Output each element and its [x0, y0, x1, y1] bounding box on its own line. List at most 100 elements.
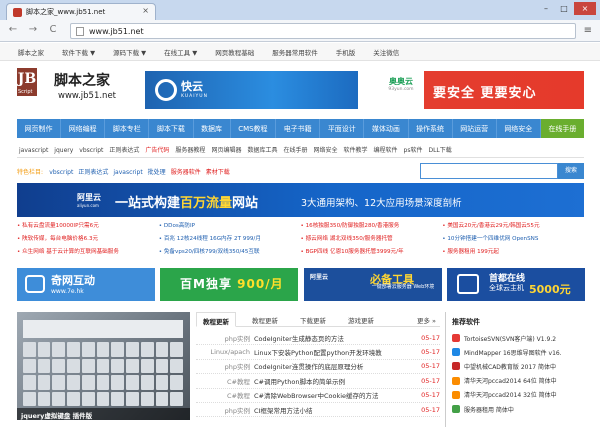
main-nav-item[interactable]: 脚本下载	[149, 119, 194, 138]
topnav-mobile[interactable]: 手机版	[336, 47, 356, 60]
tab-game-updates[interactable]: 游戏更新	[342, 312, 380, 326]
article-row[interactable]: C#教程 C#调用Python脚本的简单示例 05-17	[196, 374, 440, 389]
sponsor-link[interactable]: • 美国云20元/香港云29元/韩国云55元	[442, 221, 584, 231]
bandwidth-ad-tile[interactable]: 百M独享 900/月	[160, 268, 298, 301]
browser-tab[interactable]: 脚本之家_www.jb51.net ×	[6, 3, 156, 20]
reload-button[interactable]: C	[46, 24, 60, 35]
aliyun-tools-ad-tile[interactable]: 阿里云 必备工具 一键部署云服务器 Web环境	[304, 268, 442, 301]
sponsor-link[interactable]: • 10分钟搭建一个四维优网 OpenSNS	[442, 234, 584, 244]
tab-download-updates[interactable]: 下载更新	[294, 312, 332, 326]
keyboard-plugin-image[interactable]: jquery虚拟键盘 插件版	[17, 312, 190, 420]
sponsor-link[interactable]: • DDos高防IP	[159, 221, 301, 231]
main-nav-item[interactable]: 操作系统	[409, 119, 453, 138]
main-nav-item[interactable]: 电子书籍	[276, 119, 321, 138]
sponsor-link[interactable]: • 私有云盘流量10000IP只需6元	[17, 221, 159, 231]
main-nav-item[interactable]: 网站运营	[453, 119, 497, 138]
capital-online-ad-tile[interactable]: 首都在线 全球云主机 5000元	[447, 268, 585, 301]
qiwang-ad-tile[interactable]: 奇网互动 www.7e.hk	[17, 268, 155, 301]
main-nav-item[interactable]: 网页制作	[17, 119, 62, 138]
topnav-wechat[interactable]: 关注微信	[373, 47, 399, 60]
sponsor-link[interactable]: • 众生网络 基于云计算的互联网基础服务	[17, 247, 159, 257]
recommended-item[interactable]: TortoiseSVN(SVN客户端) V1.9.2	[452, 331, 590, 345]
url-field[interactable]: www.jb51.net	[70, 23, 576, 39]
main-nav-item[interactable]: 在线手册	[540, 119, 584, 138]
featured-item[interactable]: 素材下载	[206, 169, 230, 176]
key	[96, 358, 110, 373]
main-nav-item[interactable]: 平面设计	[320, 119, 365, 138]
article-title[interactable]: CodeIgniter生成静态页的方法	[254, 333, 410, 343]
tab-tutorial-updates-2[interactable]: 教程更新	[246, 312, 284, 326]
back-button[interactable]: ←	[6, 24, 20, 35]
main-nav-item[interactable]: 媒体动画	[364, 119, 409, 138]
kuaiyun-ad-banner[interactable]: 快云 KUAIYUN	[145, 71, 358, 109]
sub-nav-item[interactable]: 服务器教程	[175, 147, 205, 154]
tab-tutorial-updates[interactable]: 教程更新	[196, 312, 236, 327]
sub-nav-item[interactable]: DLL下载	[428, 147, 451, 154]
featured-item[interactable]: vbscript	[49, 169, 73, 176]
featured-item[interactable]: 正则表达式	[78, 169, 108, 176]
sub-nav-item[interactable]: jquery	[54, 147, 73, 154]
main-nav-item[interactable]: 网络编程	[61, 119, 106, 138]
main-nav-item[interactable]: 网络安全	[497, 119, 541, 138]
article-row[interactable]: Linux/apach Linux下安装Python配置python开发环境教 05…	[196, 345, 440, 360]
article-row[interactable]: php实例 CodeIgniter连贯操作的底层原理分析 05-17	[196, 360, 440, 375]
security-ad-banner[interactable]: 奥奥云 93yun.com 要安全 更要安心	[376, 71, 584, 109]
article-row[interactable]: php实例 CI框架常用方法小结 05-17	[196, 403, 440, 418]
recommended-item[interactable]: MindMapper 16思维导图软件 v16.	[452, 345, 590, 359]
recommended-item[interactable]: 中望机械CAD教育版 2017 简体中	[452, 359, 590, 373]
sub-nav-item[interactable]: 数据库工具	[247, 147, 277, 154]
featured-item[interactable]: javascript	[113, 169, 142, 176]
topnav-software[interactable]: 软件下载 ▼	[62, 47, 95, 60]
sub-nav-item[interactable]: javascript	[19, 147, 48, 154]
topnav-source[interactable]: 源码下载 ▼	[113, 47, 146, 60]
topnav-tools[interactable]: 在线工具 ▼	[164, 47, 197, 60]
sub-nav-item[interactable]: 网络安全	[313, 147, 337, 154]
article-row[interactable]: C#教程 C#清除WebBrowser中Cookie缓存的方法 05-17	[196, 389, 440, 403]
recommended-item[interactable]: 服务器租用 简体中	[452, 402, 590, 416]
sub-nav-item[interactable]: ps软件	[404, 147, 423, 154]
recommended-item[interactable]: 清华天河pccad2014 64位 简体中	[452, 374, 590, 388]
site-name[interactable]: 脚本之家	[54, 70, 110, 90]
search-input[interactable]	[420, 163, 558, 179]
article-title[interactable]: C#调用Python脚本的简单示例	[254, 376, 410, 386]
sub-nav-item[interactable]: 正则表达式	[109, 147, 139, 154]
sub-nav-item[interactable]: 编程软件	[374, 147, 398, 154]
sub-nav-item[interactable]: vbscript	[79, 147, 103, 154]
topnav-home[interactable]: 脚本之家	[18, 47, 44, 60]
menu-icon[interactable]: ≡	[584, 25, 592, 36]
topnav-server[interactable]: 服务器常用软件	[272, 47, 318, 60]
topnav-tutorial[interactable]: 网页教程基础	[215, 47, 254, 60]
site-logo-icon[interactable]: JB Script	[17, 68, 37, 96]
close-window-button[interactable]: ×	[574, 2, 596, 15]
tab-close-icon[interactable]: ×	[142, 6, 149, 15]
article-row[interactable]: php实例 CodeIgniter生成静态页的方法 05-17	[196, 331, 440, 346]
sponsor-link[interactable]: • 百兆 12核24线程 16G内存 2T 999/月	[159, 234, 301, 244]
recommended-item[interactable]: 清华天河pccad2014 32位 简体中	[452, 388, 590, 402]
sub-nav-item[interactable]: 在线手册	[283, 147, 307, 154]
featured-item[interactable]: 批处理	[148, 169, 166, 176]
article-title[interactable]: Linux下安装Python配置python开发环境教	[254, 347, 410, 357]
sub-nav-item[interactable]: 网页编辑器	[211, 147, 241, 154]
sub-nav-item[interactable]: 广告代码	[145, 147, 169, 154]
more-link[interactable]: 更多 »	[411, 312, 440, 326]
sponsor-link[interactable]: • BGP四线 亿恩10服务器托管3999元/年	[301, 247, 443, 257]
sponsor-link[interactable]: • 免备vps20/四核799/双线350/45互联	[159, 247, 301, 257]
main-nav-item[interactable]: 数据库	[194, 119, 231, 138]
article-title[interactable]: CI框架常用方法小结	[254, 405, 410, 415]
sponsor-link[interactable]: • 陕软传媒，每台电脑价格6.3元	[17, 234, 159, 244]
browser-tab-bar: 脚本之家_www.jb51.net × – □ ×	[0, 0, 600, 20]
article-title[interactable]: C#清除WebBrowser中Cookie缓存的方法	[254, 390, 410, 400]
minimize-button[interactable]: –	[538, 2, 554, 15]
sub-nav-item[interactable]: 软件教学	[344, 147, 368, 154]
sponsor-link[interactable]: • 16核独服350/防御独服280/香港服务	[301, 221, 443, 231]
forward-button[interactable]: →	[26, 24, 40, 35]
maximize-button[interactable]: □	[556, 2, 572, 15]
featured-item[interactable]: 服务器软件	[171, 169, 201, 176]
main-nav-item[interactable]: CMS教程	[231, 119, 277, 138]
aliyun-banner[interactable]: 阿里云 aliyun.com 一站式构建百万流量网站 3大通用架构、12大应用场景…	[17, 183, 584, 217]
search-button[interactable]: 搜索	[558, 163, 584, 179]
main-nav-item[interactable]: 脚本专栏	[105, 119, 150, 138]
sponsor-link[interactable]: • 服务器租用 199元起	[442, 247, 584, 257]
article-title[interactable]: CodeIgniter连贯操作的底层原理分析	[254, 361, 410, 371]
sponsor-link[interactable]: • 撼云网络 湖北双线350/服务器托管	[301, 234, 443, 244]
